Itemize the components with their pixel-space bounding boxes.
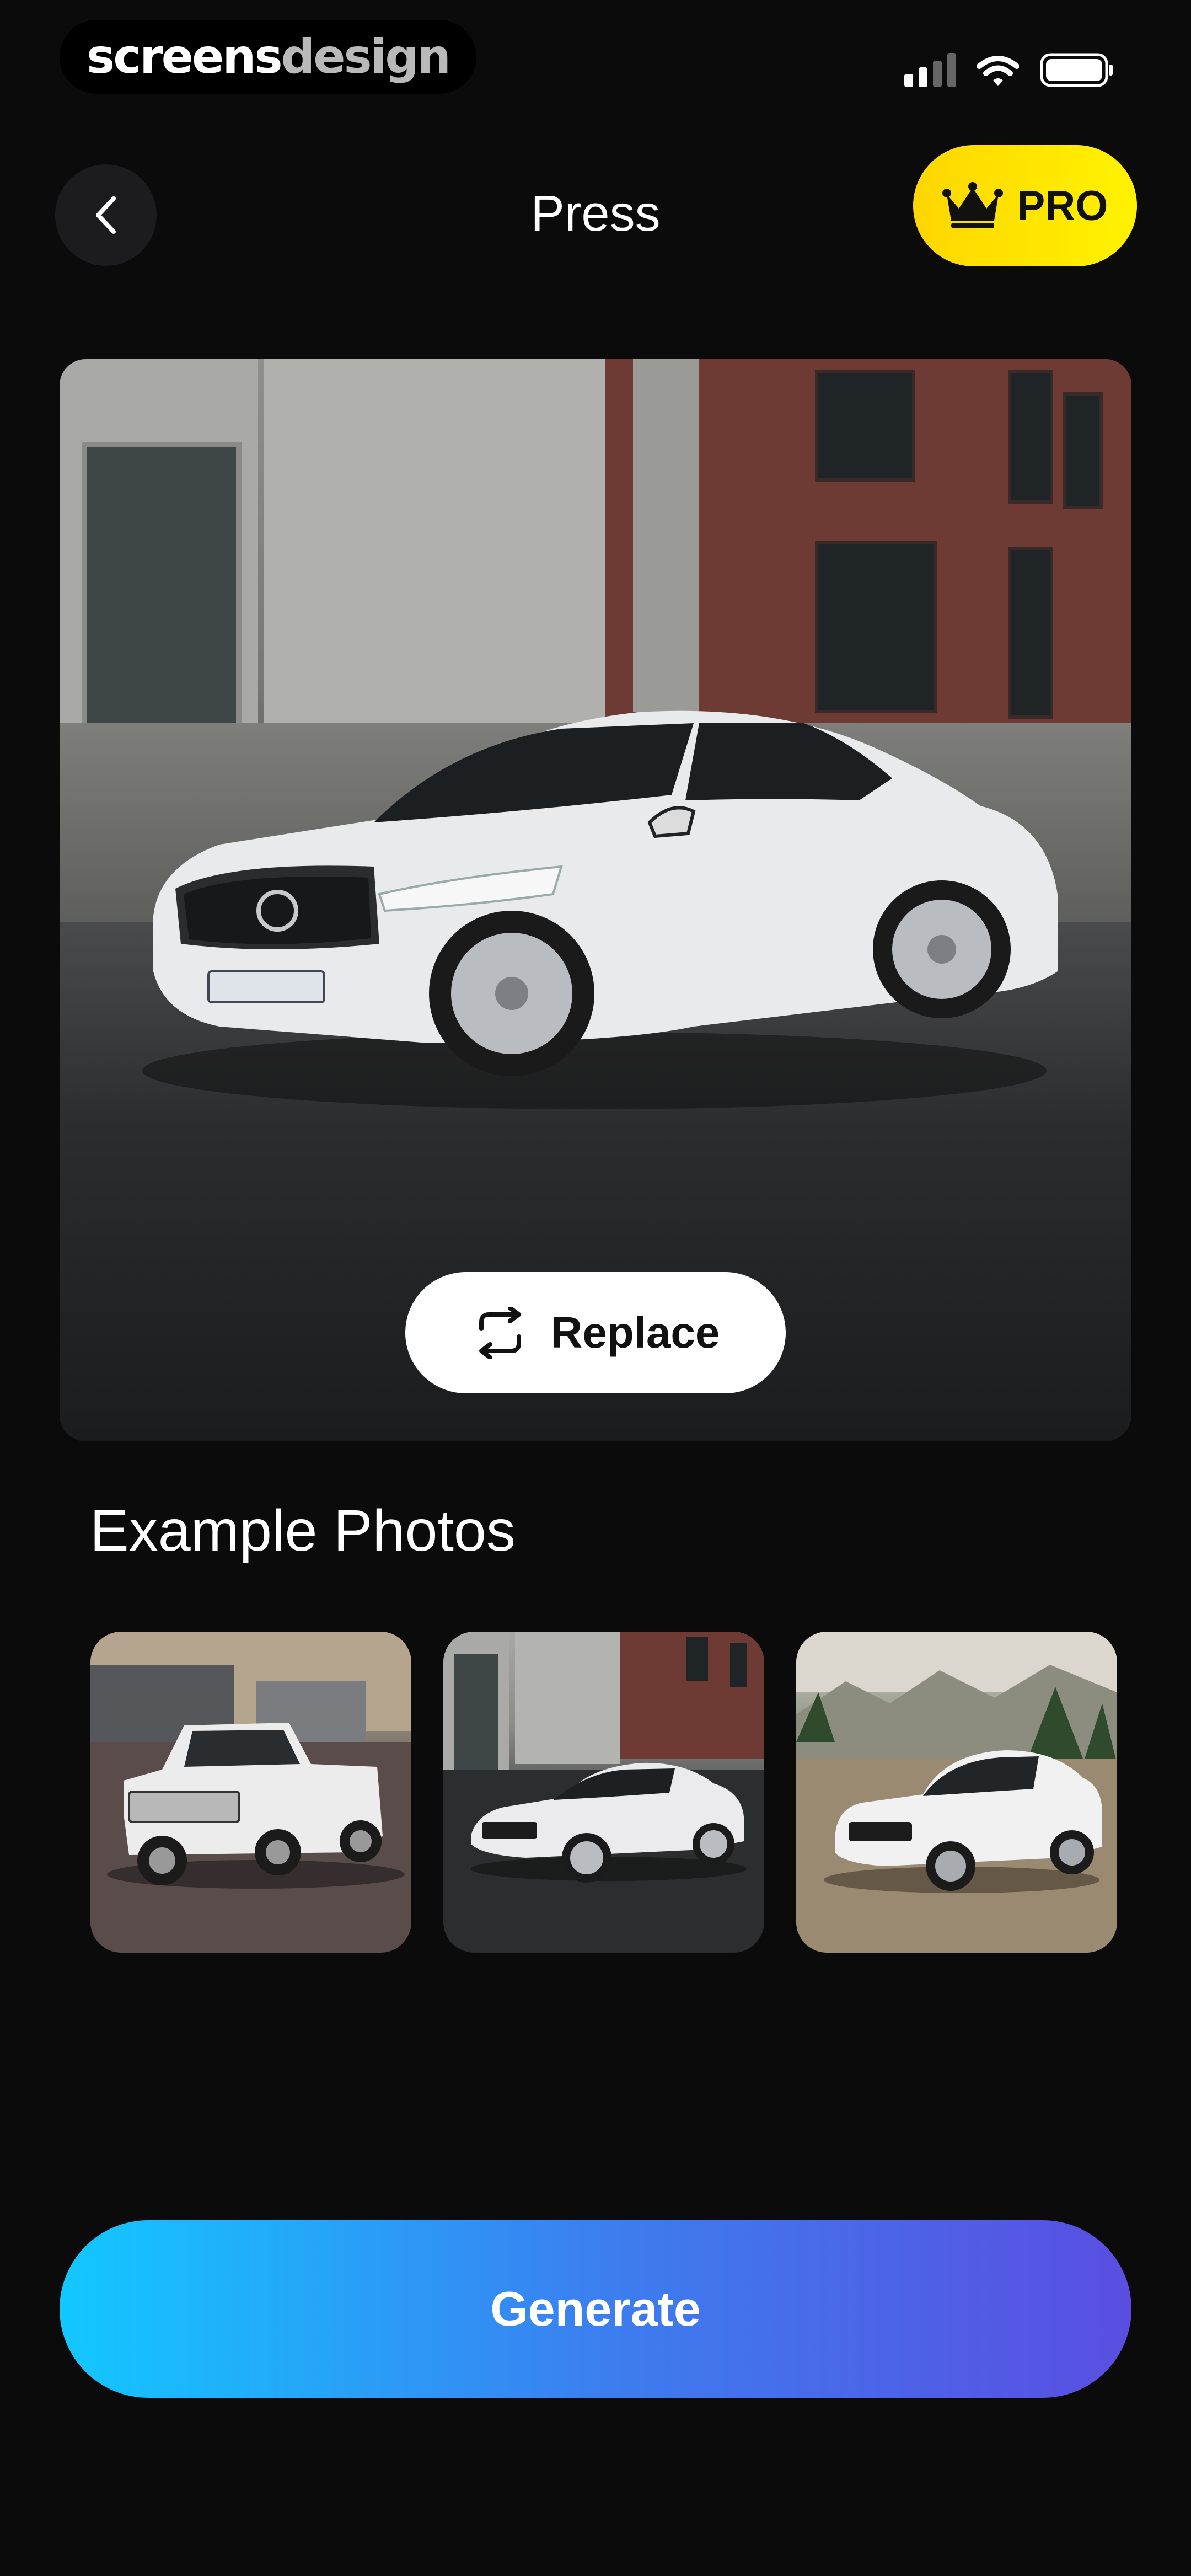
white-sedan-thumbnail-illustration — [443, 1632, 764, 1953]
signal-icon — [904, 53, 956, 87]
main-car-photo: Replace — [60, 359, 1131, 1441]
example-photos-title: Example Photos — [90, 1498, 516, 1563]
replace-icon — [479, 1307, 521, 1359]
pickup-truck-illustration — [90, 1632, 411, 1953]
wifi-icon — [977, 55, 1019, 87]
example-photo-pickup-truck[interactable] — [90, 1632, 411, 1953]
white-suv-illustration — [796, 1632, 1117, 1953]
replace-label: Replace — [550, 1308, 720, 1357]
example-photo-white-sedan[interactable] — [443, 1632, 764, 1953]
generate-label: Generate — [490, 2281, 701, 2336]
example-photo-white-suv[interactable] — [796, 1632, 1117, 1953]
pro-label: PRO — [1017, 182, 1108, 229]
replace-button[interactable]: Replace — [405, 1272, 786, 1393]
generate-button[interactable]: Generate — [60, 2220, 1131, 2398]
watermark-part2: design — [281, 29, 451, 84]
crown-icon — [942, 182, 1003, 228]
white-sedan-illustration — [142, 710, 1058, 1109]
battery-icon — [1040, 53, 1114, 87]
watermark-part1: screens — [87, 29, 283, 84]
screensdesign-watermark: screens design — [60, 20, 476, 94]
pro-button[interactable]: PRO — [913, 145, 1137, 266]
status-bar-icons — [904, 49, 1114, 87]
